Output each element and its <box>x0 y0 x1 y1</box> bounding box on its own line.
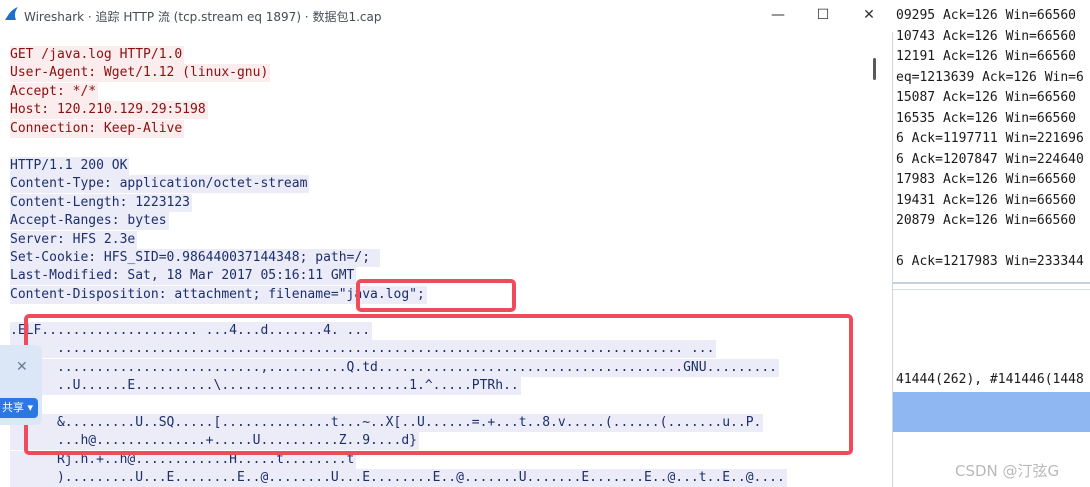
packet-row[interactable]: 16535 Ack=126 Win=66560 <box>896 109 1076 129</box>
wireshark-fin-icon <box>5 7 18 20</box>
request-line: Accept: */* <box>10 82 99 101</box>
close-icon[interactable]: ✕ <box>16 359 28 375</box>
packet-row[interactable]: 6 Ack=1217983 Win=233344 <box>896 252 1084 272</box>
minimize-button[interactable]: — <box>755 0 801 30</box>
pane-divider-line <box>893 289 1090 290</box>
response-header-line: Last-Modified: Sat, 18 Mar 2017 05:16:11… <box>10 267 357 286</box>
pane-divider[interactable] <box>893 282 1090 284</box>
close-button[interactable]: ✕ <box>846 0 892 30</box>
response-header-line: Server: HFS 2.3e <box>10 230 138 249</box>
request-line: GET /java.log HTTP/1.0 <box>10 46 185 64</box>
filename-highlight-box <box>356 279 516 312</box>
packet-row[interactable]: 09295 Ack=126 Win=66560 <box>896 6 1076 26</box>
response-header-line: Content-Length: 1223123 <box>10 193 193 212</box>
packet-row[interactable]: eq=1213639 Ack=126 Win=6 <box>896 68 1084 88</box>
response-header-line: Content-Type: application/octet-stream <box>10 175 310 194</box>
packet-row[interactable]: 10743 Ack=126 Win=66560 <box>896 27 1076 47</box>
packet-row[interactable]: 12191 Ack=126 Win=66560 <box>896 47 1076 67</box>
packet-row[interactable]: 17983 Ack=126 Win=66560 <box>896 170 1076 190</box>
scrollbar-thumb[interactable] <box>873 58 876 80</box>
share-button[interactable]: 共享 ▾ <box>0 398 38 418</box>
request-line: Connection: Keep-Alive <box>10 119 185 138</box>
watermark: CSDN @汀弦G <box>955 462 1060 480</box>
packet-detail-text: 41444(262), #141446(1448 <box>896 372 1084 387</box>
title-bar[interactable]: Wireshark · 追踪 HTTP 流 (tcp.stream eq 189… <box>0 0 893 32</box>
response-header-line: Set-Cookie: HFS_SID=0.986440037144348; p… <box>10 249 380 267</box>
vertical-scrollbar[interactable] <box>866 44 886 487</box>
request-line: Host: 120.210.129.29:5198 <box>10 101 208 120</box>
selected-detail-row[interactable] <box>893 392 1090 432</box>
response-header-line: HTTP/1.1 200 OK <box>10 157 130 175</box>
maximize-button[interactable]: ☐ <box>800 0 846 30</box>
response-header-line: Accept-Ranges: bytes <box>10 212 169 231</box>
packet-row[interactable]: 20879 Ack=126 Win=66560 <box>896 211 1076 231</box>
packet-row[interactable]: 15087 Ack=126 Win=66560 <box>896 88 1076 108</box>
request-line: User-Agent: Wget/1.12 (linux-gnu) <box>10 64 271 83</box>
packet-row[interactable]: 19431 Ack=126 Win=66560 <box>896 191 1076 211</box>
window-title: Wireshark · 追踪 HTTP 流 (tcp.stream eq 189… <box>24 10 382 24</box>
packet-row[interactable]: 6 Ack=1197711 Win=221696 <box>896 129 1084 149</box>
elf-data-highlight-box <box>24 314 853 455</box>
binary-data-line: ).........U...E........E..@........U...E… <box>10 469 787 487</box>
packet-row[interactable]: 6 Ack=1207847 Win=224640 <box>896 150 1084 170</box>
packet-list-background: 09295 Ack=126 Win=66560 10743 Ack=126 Win… <box>893 0 1090 487</box>
